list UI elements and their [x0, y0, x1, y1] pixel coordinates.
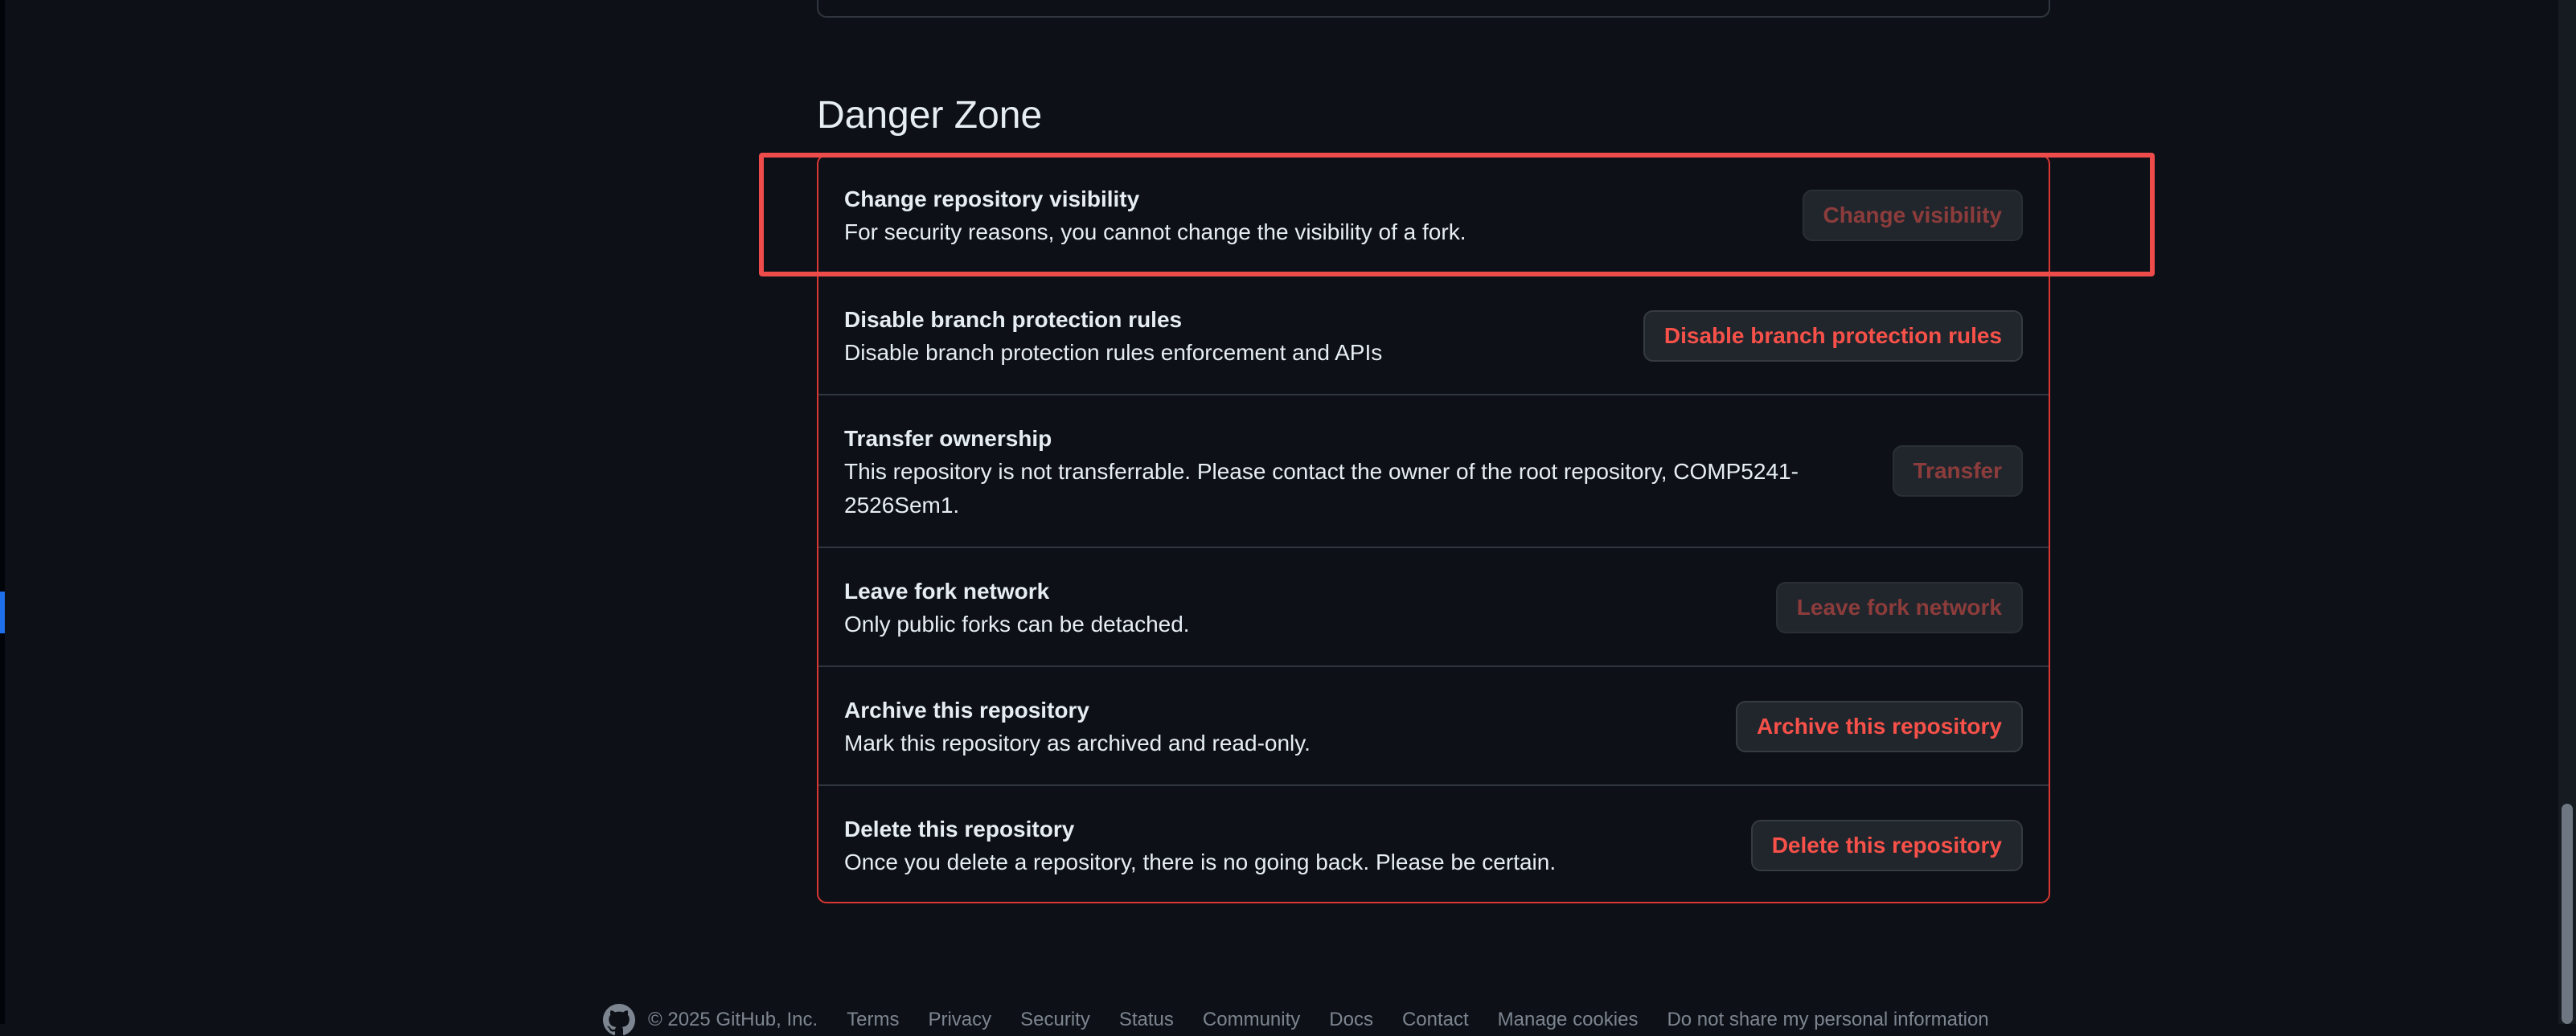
footer-link-community[interactable]: Community	[1203, 1009, 1300, 1031]
scrollbar-thumb[interactable]	[2562, 804, 2573, 1024]
footer-link-contact[interactable]: Contact	[1402, 1009, 1469, 1031]
row-text: Delete this repository Once you delete a…	[844, 813, 1809, 879]
footer-link-status[interactable]: Status	[1119, 1009, 1174, 1031]
row-text: Leave fork network Only public forks can…	[844, 575, 1809, 641]
row-transfer-ownership: Transfer ownership This repository is no…	[818, 394, 2049, 547]
row-description: Only public forks can be detached.	[844, 612, 1190, 637]
row-description-line-1: This repository is not transferrable. Pl…	[844, 459, 1799, 484]
previous-section-box	[817, 0, 2050, 18]
delete-repository-button[interactable]: Delete this repository	[1750, 820, 2023, 871]
row-text: Transfer ownership This repository is no…	[844, 423, 1809, 522]
change-visibility-button[interactable]: Change visibility	[1802, 190, 2023, 241]
footer: © 2025 GitHub, Inc. Terms Privacy Securi…	[603, 1004, 2018, 1036]
row-disable-branch-protection: Disable branch protection rules Disable …	[818, 275, 2049, 394]
row-text: Archive this repository Mark this reposi…	[844, 694, 1809, 760]
row-description: Mark this repository as archived and rea…	[844, 731, 1311, 756]
left-edge-panel	[0, 0, 5, 1024]
footer-link-privacy[interactable]: Privacy	[928, 1009, 991, 1031]
row-title: Delete this repository	[844, 817, 1075, 841]
row-title: Archive this repository	[844, 698, 1089, 723]
disable-branch-protection-button[interactable]: Disable branch protection rules	[1643, 310, 2023, 362]
row-title: Change repository visibility	[844, 186, 1140, 211]
row-description: Once you delete a repository, there is n…	[844, 850, 1557, 874]
footer-link-terms[interactable]: Terms	[847, 1009, 899, 1031]
leave-fork-network-button[interactable]: Leave fork network	[1775, 582, 2023, 633]
footer-copyright: © 2025 GitHub, Inc.	[648, 1009, 818, 1030]
footer-link-do-not-share[interactable]: Do not share my personal information	[1667, 1009, 1988, 1031]
left-edge-accent	[0, 592, 5, 633]
row-description: For security reasons, you cannot change …	[844, 219, 1466, 244]
transfer-button[interactable]: Transfer	[1892, 445, 2023, 497]
row-leave-fork-network: Leave fork network Only public forks can…	[818, 547, 2049, 665]
archive-repository-button[interactable]: Archive this repository	[1736, 701, 2023, 752]
danger-zone-title: Danger Zone	[817, 94, 1043, 137]
footer-link-manage-cookies[interactable]: Manage cookies	[1498, 1009, 1639, 1031]
github-logo-icon[interactable]	[603, 1004, 635, 1036]
row-change-visibility: Change repository visibility For securit…	[818, 156, 2049, 275]
row-description-line-2: 2526Sem1.	[844, 493, 960, 518]
row-archive-repository: Archive this repository Mark this reposi…	[818, 665, 2049, 784]
row-title: Leave fork network	[844, 579, 1050, 604]
row-text: Change repository visibility For securit…	[844, 183, 1809, 249]
danger-zone-box: Change repository visibility For securit…	[817, 154, 2050, 903]
footer-link-docs[interactable]: Docs	[1329, 1009, 1373, 1031]
row-title: Transfer ownership	[844, 426, 1052, 451]
footer-link-security[interactable]: Security	[1020, 1009, 1090, 1031]
row-delete-repository: Delete this repository Once you delete a…	[818, 784, 2049, 902]
